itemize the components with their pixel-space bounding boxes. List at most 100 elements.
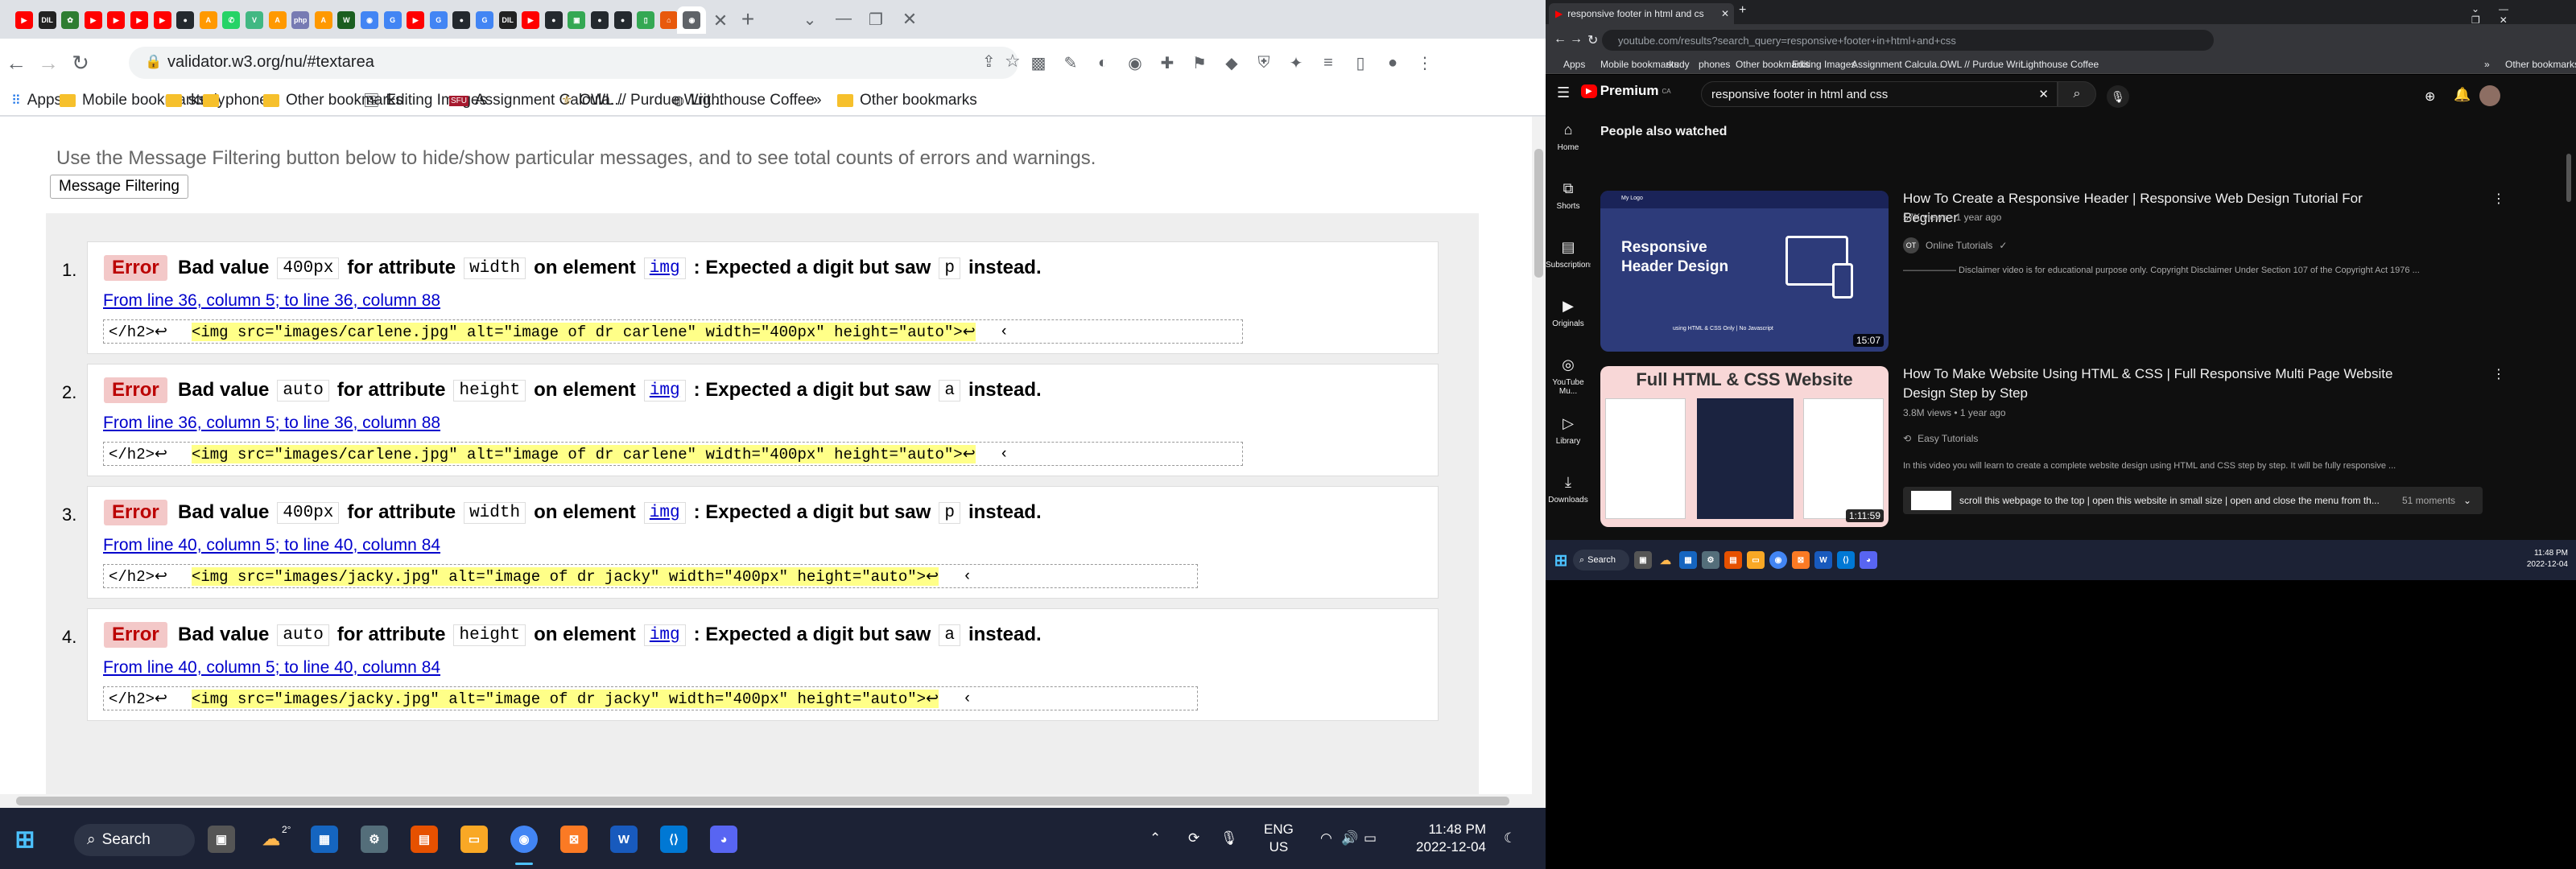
settings-icon[interactable]: ⚙ xyxy=(361,826,388,853)
youtube-premium-logo[interactable]: ▶ Premium CA xyxy=(1581,83,1671,99)
video-thumbnail[interactable]: My Logo Responsive Header Design using H… xyxy=(1600,191,1889,352)
element-link[interactable]: img xyxy=(643,501,686,524)
channel-link[interactable]: OT Online Tutorials ✓ xyxy=(1903,237,2007,253)
chrome-icon[interactable]: ◉ xyxy=(1769,551,1787,569)
bookmark-other-bookmarks-right[interactable]: Other bookmarks xyxy=(837,92,977,109)
video-menu-icon[interactable]: ⋮ xyxy=(2492,191,2505,207)
battery-icon[interactable]: ▭ xyxy=(1364,830,1377,847)
element-link[interactable]: img xyxy=(643,624,686,646)
new-tab-button[interactable]: + xyxy=(1739,3,1746,18)
weather-widget[interactable]: ☁ xyxy=(1657,551,1674,569)
sidebar-item[interactable]: ▷ Library xyxy=(1546,415,1591,446)
sidebar-item[interactable]: ⤓ Downloads xyxy=(1546,474,1591,505)
account-avatar[interactable] xyxy=(2479,85,2500,106)
windows-start-icon[interactable]: ⊞ xyxy=(11,826,39,853)
channel-link[interactable]: ⟲ Easy Tutorials xyxy=(1903,433,1978,444)
bookmark-item[interactable]: study xyxy=(1666,59,1690,70)
reload-icon[interactable]: ↻ xyxy=(1587,32,1598,48)
youtube-search-input[interactable]: responsive footer in html and css ✕ xyxy=(1701,81,2058,107)
notification-icon[interactable]: ☾ xyxy=(1504,830,1516,847)
settings-icon[interactable]: ⚙ xyxy=(1702,551,1719,569)
file-explorer-icon[interactable]: ▭ xyxy=(1747,551,1765,569)
clock[interactable]: 11:48 PM 2022-12-04 xyxy=(1389,821,1486,856)
element-link[interactable]: img xyxy=(643,257,686,279)
extension-icon[interactable]: ⚑ xyxy=(1185,48,1214,77)
forward-icon[interactable]: → xyxy=(34,48,63,77)
sidebar-item[interactable]: ◎ YouTube Mu... xyxy=(1546,356,1591,396)
tab-close-icon[interactable]: ✕ xyxy=(706,6,735,35)
share-icon[interactable]: ⇪ xyxy=(982,51,996,72)
taskbar-search[interactable]: ⌕ Search xyxy=(1573,550,1629,570)
bookmark-lighthouse-coffee[interactable]: ◍ Lighthouse Coffee xyxy=(673,92,815,109)
voice-search-icon[interactable]: 🎙 xyxy=(2107,85,2129,108)
photos-icon[interactable]: ▦ xyxy=(1679,551,1697,569)
source-location-link[interactable]: From line 40, column 5; to line 40, colu… xyxy=(103,658,440,677)
chrome-icon[interactable]: ◉ xyxy=(510,826,538,853)
extension-icon[interactable]: ◐ xyxy=(1088,48,1117,77)
clear-search-icon[interactable]: ✕ xyxy=(2038,87,2049,101)
bookmark-item[interactable]: Apps xyxy=(1563,59,1585,70)
new-tab-button[interactable]: + xyxy=(733,5,762,34)
calendar-icon[interactable]: ▤ xyxy=(411,826,438,853)
puzzle-icon[interactable]: ▩ xyxy=(1024,48,1053,77)
extension-icon[interactable]: ✎ xyxy=(1056,48,1085,77)
scroll-thumb[interactable] xyxy=(1534,149,1543,278)
sidebar-icon[interactable]: ▯ xyxy=(1346,48,1375,77)
tab-search-icon[interactable]: ⌄ xyxy=(795,5,824,34)
sidebar-item[interactable]: ⌂ Home xyxy=(1546,121,1591,152)
bookmark-item[interactable]: Lighthouse Coffee xyxy=(2021,59,2099,70)
video-title[interactable]: How To Make Website Using HTML & CSS | F… xyxy=(1903,364,2418,403)
media-icon[interactable]: ≡ xyxy=(1314,48,1343,77)
bookmark-item[interactable]: » xyxy=(2484,59,2490,70)
sidebar-item[interactable]: ⧉ Shorts xyxy=(1546,180,1591,211)
apps-shortcut[interactable]: ⠿ Apps xyxy=(11,92,62,109)
close-window-icon[interactable]: ✕ xyxy=(895,5,924,34)
word-icon[interactable]: W xyxy=(1814,551,1832,569)
hamburger-menu-icon[interactable]: ☰ xyxy=(1557,84,1570,101)
window-controls[interactable]: ⌄—❐✕ xyxy=(2471,3,2576,26)
word-icon[interactable]: W xyxy=(610,826,638,853)
horizontal-scrollbar[interactable] xyxy=(0,794,1546,808)
back-icon[interactable]: ← xyxy=(1554,32,1567,47)
back-icon[interactable]: ← xyxy=(2,48,31,77)
right-address-bar[interactable]: youtube.com/results?search_query=respons… xyxy=(1602,30,2214,51)
element-link[interactable]: img xyxy=(643,379,686,402)
bookmark-item[interactable]: phones xyxy=(1699,59,1730,70)
tab-close-icon[interactable]: ✕ xyxy=(1721,8,1729,19)
minimize-icon[interactable]: — xyxy=(829,4,858,33)
wifi-icon[interactable]: ◠ xyxy=(1320,830,1332,847)
forward-icon[interactable]: → xyxy=(1570,32,1583,47)
file-explorer-icon[interactable]: ▭ xyxy=(460,826,488,853)
reload-icon[interactable]: ↻ xyxy=(66,48,95,77)
sidebar-item[interactable]: ▶ Originals xyxy=(1546,298,1591,328)
taskbar-search[interactable]: ⌕ Search xyxy=(74,824,195,856)
xampp-icon[interactable]: ⊠ xyxy=(560,826,588,853)
profile-avatar[interactable]: ● xyxy=(1378,48,1407,77)
video-thumbnail[interactable]: Full HTML & CSS Website 1:11:59 xyxy=(1600,366,1889,527)
video-menu-icon[interactable]: ⋮ xyxy=(2492,366,2505,382)
bookmarks-overflow[interactable]: » xyxy=(813,92,822,109)
message-filtering-button[interactable]: Message Filtering xyxy=(50,175,188,199)
bookmark-item[interactable]: OWL // Purdue Writ... xyxy=(1940,59,2031,70)
sync-icon[interactable]: ⟳ xyxy=(1188,830,1199,847)
extension-icon[interactable]: ◆ xyxy=(1217,48,1246,77)
source-location-link[interactable]: From line 40, column 5; to line 40, colu… xyxy=(103,536,440,555)
vscode-icon[interactable]: ⟨⟩ xyxy=(1837,551,1855,569)
weather-widget[interactable]: ☁ xyxy=(258,826,285,853)
extension-icon[interactable]: ✚ xyxy=(1153,48,1182,77)
discord-icon[interactable]: ◕ xyxy=(1860,551,1877,569)
task-view-icon[interactable]: ▣ xyxy=(208,826,235,853)
source-location-link[interactable]: From line 36, column 5; to line 36, colu… xyxy=(103,291,440,311)
xampp-icon[interactable]: ⊠ xyxy=(1792,551,1810,569)
source-location-link[interactable]: From line 36, column 5; to line 36, colu… xyxy=(103,414,440,433)
bookmark-item[interactable]: Editing Images xyxy=(1792,59,1856,70)
shield-icon[interactable]: ⛨ xyxy=(1249,48,1278,77)
browser-tab[interactable]: ◉ xyxy=(677,6,707,34)
discord-icon[interactable]: ◕ xyxy=(710,826,737,853)
youtube-search-button[interactable]: ⌕ xyxy=(2058,81,2096,107)
notifications-bell-icon[interactable]: 🔔 xyxy=(2454,87,2471,103)
key-moments-chip[interactable]: scroll this webpage to the top | open th… xyxy=(1903,487,2483,514)
puzzle-icon[interactable]: ✦ xyxy=(1282,48,1311,77)
microphone-icon[interactable]: 🎙 xyxy=(1220,830,1238,847)
calendar-icon[interactable]: ▤ xyxy=(1724,551,1742,569)
